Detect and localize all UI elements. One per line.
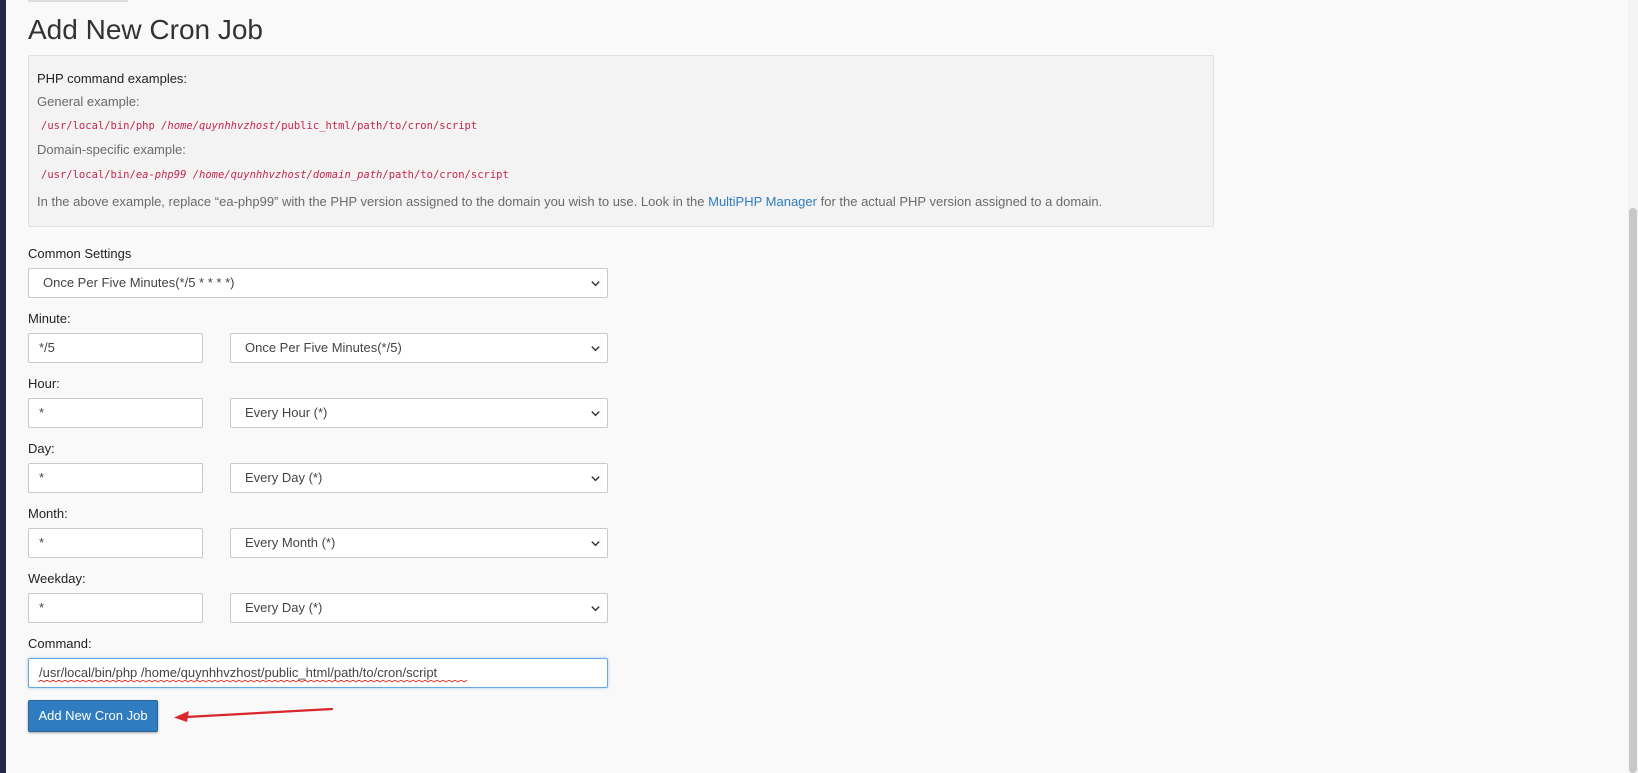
chevron-down-icon: [591, 281, 600, 287]
chevron-down-icon: [591, 541, 600, 547]
domain-example-code: /usr/local/bin/ea-php99 /home/quynhhvzho…: [41, 169, 509, 181]
minute-select[interactable]: Once Per Five Minutes(*/5): [230, 333, 608, 363]
common-settings-label: Common Settings: [28, 246, 132, 261]
weekday-label: Weekday:: [28, 571, 86, 586]
command-input[interactable]: /usr/local/bin/php /home/quynhhvzhost/pu…: [28, 658, 608, 688]
common-settings-select[interactable]: Once Per Five Minutes(*/5 * * * *): [28, 268, 608, 298]
chevron-down-icon: [591, 606, 600, 612]
chevron-down-icon: [591, 346, 600, 352]
top-tab-edge: [28, 0, 128, 2]
month-select[interactable]: Every Month (*): [230, 528, 608, 558]
minute-label: Minute:: [28, 311, 71, 326]
day-label: Day:: [28, 441, 55, 456]
month-label: Month:: [28, 506, 68, 521]
examples-heading: PHP command examples:: [37, 71, 188, 86]
weekday-select[interactable]: Every Day (*): [230, 593, 608, 623]
hour-select[interactable]: Every Hour (*): [230, 398, 608, 428]
add-new-cron-job-button[interactable]: Add New Cron Job: [28, 700, 158, 732]
hour-input[interactable]: *: [28, 398, 203, 428]
weekday-input[interactable]: *: [28, 593, 203, 623]
scrollbar-thumb[interactable]: [1629, 208, 1637, 773]
day-input[interactable]: *: [28, 463, 203, 493]
scrollbar[interactable]: [1628, 0, 1638, 773]
general-example-code: /usr/local/bin/php /home/quynhhvzhost/pu…: [41, 120, 478, 132]
php-examples-panel: PHP command examples: General example: /…: [28, 55, 1214, 227]
sidebar-edge: [0, 0, 6, 773]
annotation-arrow-icon: [174, 707, 334, 722]
chevron-down-icon: [591, 476, 600, 482]
domain-example-label: Domain-specific example:: [37, 142, 186, 157]
chevron-down-icon: [591, 411, 600, 417]
minute-input[interactable]: */5: [28, 333, 203, 363]
day-select[interactable]: Every Day (*): [230, 463, 608, 493]
hour-label: Hour:: [28, 376, 60, 391]
command-label: Command:: [28, 636, 92, 651]
multiphp-manager-link[interactable]: MultiPHP Manager: [708, 194, 817, 209]
spellcheck-underline: [38, 680, 468, 683]
general-example-label: General example:: [37, 94, 140, 109]
month-input[interactable]: *: [28, 528, 203, 558]
examples-note: In the above example, replace “ea-php99”…: [37, 194, 1103, 209]
page-title: Add New Cron Job: [28, 14, 264, 45]
